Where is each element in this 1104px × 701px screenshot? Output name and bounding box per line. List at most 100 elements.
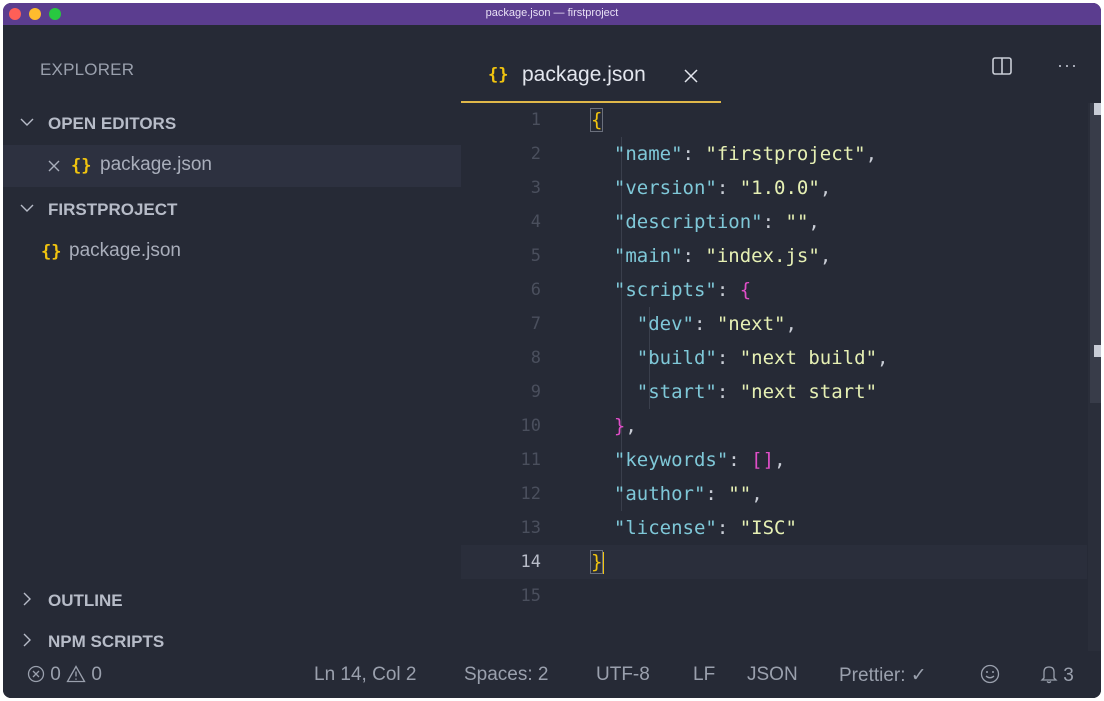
code-line: 15 — [461, 579, 1087, 613]
section-outline[interactable]: OUTLINE — [3, 586, 461, 616]
json-value: "next build" — [739, 347, 878, 369]
editor-area: {} package.json ··· 1 { 2 "name": "first… — [461, 25, 1101, 651]
line-number: 15 — [520, 586, 541, 606]
prettier-status[interactable]: Prettier: ✓ — [839, 664, 927, 687]
window-title: package.json — firstproject — [485, 7, 619, 19]
line-number: 6 — [530, 280, 541, 300]
code-line: 5 "main": "index.js", — [461, 239, 1087, 273]
warning-triangle-icon — [66, 665, 86, 683]
line-number: 3 — [530, 178, 541, 198]
json-token: { — [589, 108, 604, 132]
open-editor-item[interactable]: {} package.json — [3, 145, 461, 187]
code-line: 11 "keywords": [], — [461, 443, 1087, 477]
explorer-sidebar: EXPLORER OPEN EDITORS {} package.json FI… — [3, 25, 461, 651]
indentation-setting[interactable]: Spaces: 2 — [464, 664, 549, 686]
section-label: OUTLINE — [48, 591, 123, 610]
json-key: "license" — [613, 517, 717, 539]
json-bracket: { — [739, 279, 752, 301]
json-value: "" — [728, 483, 752, 505]
code-line: 9 "start": "next start" — [461, 375, 1087, 409]
code-line: 6 "scripts": { — [461, 273, 1087, 307]
json-value: "firstproject" — [705, 143, 866, 165]
json-value: [] — [751, 449, 775, 471]
line-number: 9 — [530, 382, 541, 402]
tab-label: package.json — [522, 63, 646, 86]
json-key: "author" — [613, 483, 706, 505]
json-key: "main" — [613, 245, 683, 267]
json-value: "next start" — [739, 381, 878, 403]
section-label: OPEN EDITORS — [48, 114, 177, 133]
chevron-right-icon — [23, 633, 31, 647]
text-cursor — [602, 551, 605, 574]
close-icon[interactable] — [683, 68, 699, 84]
scrollbar-marker — [1094, 103, 1101, 115]
line-number: 12 — [520, 484, 541, 504]
line-number: 2 — [530, 144, 541, 164]
line-number: 1 — [530, 110, 541, 130]
scrollbar-marker — [1094, 345, 1101, 357]
json-key: "dev" — [636, 313, 694, 335]
notifications-button[interactable]: 3 — [1040, 664, 1074, 687]
code-line: 2 "name": "firstproject", — [461, 137, 1087, 171]
line-number: 14 — [520, 552, 541, 572]
notification-count: 3 — [1063, 665, 1074, 686]
code-line: 7 "dev": "next", — [461, 307, 1087, 341]
file-name: package.json — [100, 154, 212, 175]
json-value: "ISC" — [739, 517, 797, 539]
json-key: "start" — [636, 381, 717, 403]
code-line: 12 "author": "", — [461, 477, 1087, 511]
more-actions-icon[interactable]: ··· — [1057, 55, 1078, 76]
vscode-window: package.json — firstproject EXPLORER OPE… — [3, 3, 1101, 698]
code-line: 3 "version": "1.0.0", — [461, 171, 1087, 205]
json-value: "index.js" — [705, 245, 820, 267]
file-name: package.json — [69, 240, 181, 261]
language-mode[interactable]: JSON — [747, 664, 798, 686]
close-icon[interactable] — [46, 158, 62, 174]
section-label: FIRSTPROJECT — [48, 200, 178, 219]
json-key: "name" — [613, 143, 683, 165]
json-value: "" — [785, 211, 809, 233]
eol-setting[interactable]: LF — [693, 664, 715, 686]
section-firstproject[interactable]: FIRSTPROJECT — [3, 195, 461, 225]
feedback-button[interactable] — [980, 664, 1000, 687]
vertical-scrollbar[interactable] — [1088, 103, 1101, 651]
code-line: 4 "description": "", — [461, 205, 1087, 239]
warning-count: 0 — [91, 664, 102, 685]
line-number: 13 — [520, 518, 541, 538]
encoding-setting[interactable]: UTF-8 — [596, 664, 650, 686]
section-open-editors[interactable]: OPEN EDITORS — [3, 109, 461, 139]
line-number: 7 — [530, 314, 541, 334]
split-editor-icon[interactable] — [992, 57, 1012, 75]
chevron-right-icon — [23, 592, 31, 606]
error-count: 0 — [50, 664, 61, 685]
scrollbar-thumb[interactable] — [1090, 103, 1101, 403]
json-key: "build" — [636, 347, 717, 369]
json-file-icon: {} — [488, 65, 509, 85]
json-key: "scripts" — [613, 279, 717, 301]
json-token: } — [589, 550, 604, 574]
line-number: 8 — [530, 348, 541, 368]
line-number: 10 — [520, 416, 541, 436]
json-key: "version" — [613, 177, 717, 199]
bell-icon — [1040, 666, 1058, 684]
json-key: "description" — [613, 211, 763, 233]
explorer-title: EXPLORER — [40, 60, 135, 79]
code-line: 1 { — [461, 103, 1087, 137]
code-line: 8 "build": "next build", — [461, 341, 1087, 375]
line-number: 4 — [530, 212, 541, 232]
title-bar: package.json — firstproject — [3, 3, 1101, 25]
json-key: "keywords" — [613, 449, 729, 471]
project-file-item[interactable]: {} package.json — [3, 231, 461, 273]
json-file-icon: {} — [41, 242, 62, 262]
tab-package-json[interactable]: {} package.json — [461, 47, 721, 103]
cursor-position[interactable]: Ln 14, Col 2 — [314, 664, 416, 686]
smiley-icon — [980, 664, 1000, 684]
json-file-icon: {} — [71, 156, 92, 176]
chevron-down-icon — [20, 118, 34, 126]
status-bar: 0 0 Ln 14, Col 2 Spaces: 2 UTF-8 LF JSON… — [3, 651, 1101, 698]
code-line: 13 "license": "ISC" — [461, 511, 1087, 545]
json-value: "next" — [716, 313, 786, 335]
problems-indicator[interactable]: 0 0 — [27, 664, 102, 686]
json-value: "1.0.0" — [739, 177, 820, 199]
line-number: 5 — [530, 246, 541, 266]
